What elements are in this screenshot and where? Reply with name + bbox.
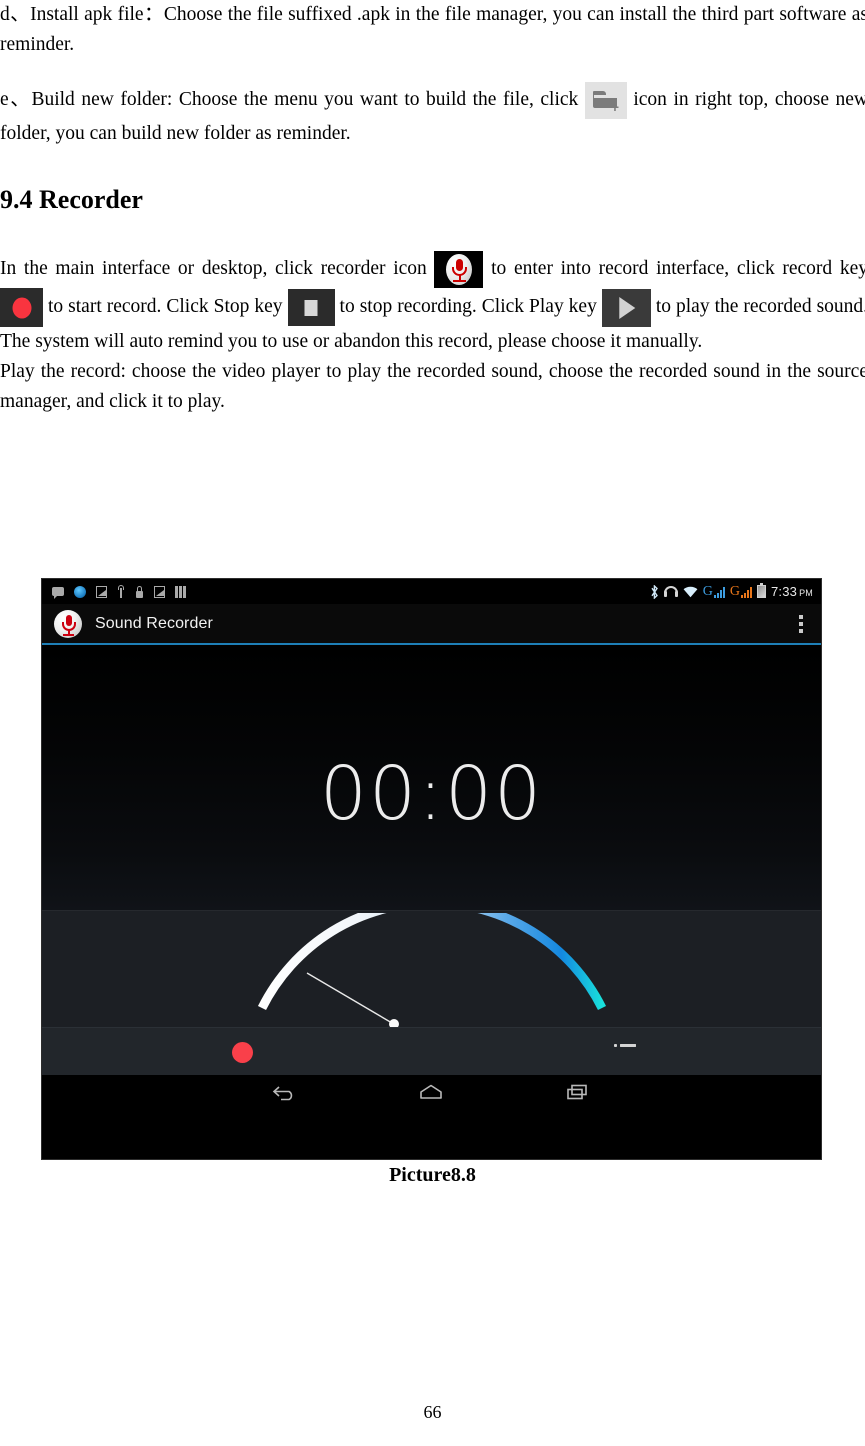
usb-icon [117, 585, 125, 598]
status-bar-left-icons [52, 585, 186, 599]
paragraph-recorder-usage: In the main interface or desktop, click … [0, 251, 865, 357]
app-action-bar: Sound Recorder [42, 604, 821, 645]
play-key-icon [601, 288, 651, 327]
signal-label-sim2: G [729, 584, 740, 599]
back-icon[interactable] [268, 1080, 302, 1104]
section-heading-recorder: 9.4 Recorder [0, 185, 143, 214]
recorder-controls [42, 1027, 821, 1076]
record-button[interactable] [232, 1041, 253, 1063]
clock-ampm: PM [799, 588, 813, 598]
new-folder-icon: + [584, 82, 627, 119]
recordings-list-button[interactable] [614, 1043, 636, 1061]
vu-meter-gauge [257, 913, 606, 1028]
recent-apps-icon[interactable] [561, 1080, 595, 1104]
battery-icon [756, 583, 766, 598]
sms-message-icon [52, 587, 64, 599]
build-folder-text-before: e、Build new folder: Choose the menu you … [0, 88, 579, 110]
recorder-text-4: to stop recording. Click Play key [339, 295, 597, 317]
paragraph-build-new-folder: e、Build new folder: Choose the menu you … [0, 82, 865, 149]
mobile-signal-g-blue-icon: G [702, 584, 725, 599]
headset-icon [663, 586, 678, 597]
record-key-icon [0, 288, 43, 327]
timer-panel: 00:00 [42, 645, 821, 910]
document-body: d、Install apk file：Choose the file suffi… [0, 0, 865, 417]
home-icon[interactable] [414, 1080, 448, 1104]
paragraph-install-apk: d、Install apk file：Choose the file suffi… [0, 4, 865, 55]
lock-icon [135, 585, 144, 598]
page-number: 66 [423, 1402, 442, 1422]
document-page: d、Install apk file：Choose the file suffi… [0, 0, 865, 1446]
mobile-signal-g-orange-icon: G [729, 584, 752, 599]
overflow-menu-icon[interactable] [793, 614, 809, 633]
recorder-text-1: In the main interface or desktop, click … [0, 257, 427, 279]
status-bar: G G 7:33 PM [42, 579, 821, 604]
clock-time: 7:33 [770, 584, 798, 599]
recorder-text-3: to start record. Click Stop key [48, 295, 283, 317]
device-screenshot: G G 7:33 PM Sound Recorder 00:00 [41, 578, 822, 1160]
sound-recorder-icon [54, 609, 82, 638]
sound-recorder-app-icon [434, 251, 484, 288]
stop-key-icon [287, 289, 335, 326]
paragraph-play-the-record: Play the record: choose the video player… [0, 361, 865, 412]
figure-caption: Picture8.8 [389, 1164, 476, 1186]
sdcard-icon [175, 585, 186, 598]
app-title: Sound Recorder [95, 614, 213, 632]
screenshot-icon [96, 585, 107, 598]
status-bar-clock: 7:33 PM [771, 584, 813, 599]
vu-meter-panel [42, 910, 821, 1028]
signal-label-sim1: G [702, 584, 713, 599]
recording-timer: 00:00 [319, 751, 544, 837]
status-bar-right-icons: G G 7:33 PM [650, 583, 813, 599]
system-navigation-bar [42, 1075, 821, 1108]
recorder-text-2: to enter into record interface, click re… [491, 257, 865, 279]
image-icon [154, 585, 165, 598]
recorder-stage: 00:00 [42, 645, 821, 1076]
bluetooth-icon [650, 584, 659, 599]
browser-icon [74, 585, 86, 598]
wifi-icon [683, 586, 698, 598]
